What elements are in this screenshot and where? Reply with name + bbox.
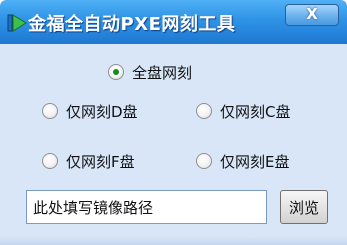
close-button[interactable]: X bbox=[285, 4, 339, 26]
window-bottom-edge bbox=[0, 236, 347, 245]
title-bar[interactable]: 金福全自动PXE网刻工具 X bbox=[0, 0, 347, 44]
radio-label: 仅网刻D盘 bbox=[66, 103, 138, 121]
radio-label: 全盘网刻 bbox=[132, 64, 193, 82]
image-path-input[interactable] bbox=[26, 190, 267, 224]
radio-only-e[interactable]: 仅网刻E盘 bbox=[196, 151, 311, 173]
radio-all-disk[interactable]: 全盘网刻 bbox=[108, 62, 218, 84]
radio-label: 仅网刻C盘 bbox=[220, 103, 291, 121]
radio-selected-dot bbox=[113, 69, 119, 75]
radio-button[interactable] bbox=[108, 64, 124, 80]
radio-label: 仅网刻E盘 bbox=[220, 153, 290, 171]
radio-only-c[interactable]: 仅网刻C盘 bbox=[196, 101, 311, 123]
play-arrow-icon bbox=[6, 12, 28, 34]
radio-button[interactable] bbox=[42, 103, 58, 119]
browse-button[interactable]: 浏览 bbox=[280, 190, 328, 224]
radio-only-d[interactable]: 仅网刻D盘 bbox=[42, 101, 152, 123]
radio-label: 仅网刻F盘 bbox=[66, 153, 135, 171]
radio-button[interactable] bbox=[42, 153, 58, 169]
window-title: 金福全自动PXE网刻工具 bbox=[28, 14, 236, 35]
radio-button[interactable] bbox=[196, 153, 212, 169]
radio-only-f[interactable]: 仅网刻F盘 bbox=[42, 151, 152, 173]
radio-button[interactable] bbox=[196, 103, 212, 119]
app-window: 金福全自动PXE网刻工具 X 全盘网刻 仅网刻D盘 仅网刻C盘 仅网刻F盘 仅网… bbox=[0, 0, 347, 245]
close-icon: X bbox=[306, 5, 318, 23]
